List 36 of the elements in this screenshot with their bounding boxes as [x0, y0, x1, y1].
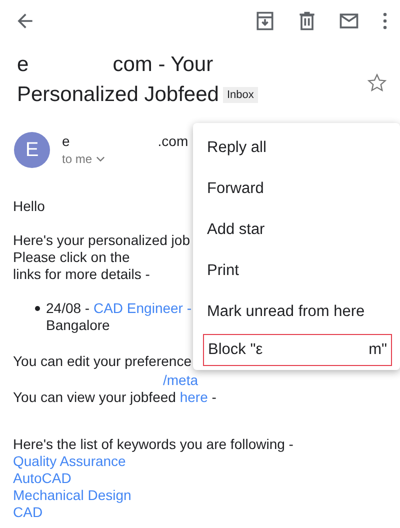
- keyword-link[interactable]: AutoCAD: [13, 470, 400, 487]
- keyword-link[interactable]: Mechanical Design: [13, 487, 400, 504]
- keyword-link[interactable]: Quality Assurance: [13, 453, 400, 470]
- body-text: links for more details -: [13, 266, 150, 282]
- body-text: You can view your jobfeed: [13, 389, 176, 405]
- subject-text: com - Your: [112, 53, 214, 76]
- subject-text: Personalized Jobfeed: [17, 83, 219, 106]
- body-text: You can edit your preference: [13, 353, 192, 369]
- jobfeed-link[interactable]: here: [180, 389, 208, 405]
- menu-item[interactable]: Add star: [193, 209, 400, 250]
- body-text: Please click on the: [13, 249, 130, 265]
- job-link[interactable]: CAD Engineer -: [93, 300, 192, 316]
- recipient-toggle[interactable]: to me: [62, 150, 188, 168]
- body-text: Here's the list of keywords you are following -: [13, 436, 294, 452]
- preferences-link[interactable]: /meta: [163, 372, 198, 388]
- sender-name: .com: [158, 133, 188, 149]
- avatar: E: [14, 132, 50, 168]
- menu-item[interactable]: Forward: [193, 168, 400, 209]
- subject-text: e: [17, 53, 29, 76]
- bullet-icon: [35, 306, 40, 311]
- chevron-icon: [96, 156, 106, 162]
- menu-item[interactable]: Block "ε m": [203, 334, 392, 366]
- star-icon[interactable]: [366, 72, 388, 94]
- more-icon[interactable]: [382, 12, 388, 30]
- sender-name: e: [62, 133, 70, 149]
- menu-item[interactable]: Reply all: [193, 127, 400, 168]
- body-text: -: [212, 389, 216, 405]
- menu-item[interactable]: Mark unread from here: [193, 291, 400, 332]
- inbox-label[interactable]: Inbox: [222, 87, 258, 103]
- job-location: Bangalore: [46, 317, 111, 334]
- menu-item[interactable]: Print: [193, 250, 400, 291]
- archive-icon[interactable]: [254, 10, 276, 32]
- greeting-text: Hello: [13, 198, 46, 215]
- body-text: Here's your personalized job: [13, 232, 190, 248]
- job-date: 24/08 -: [46, 300, 90, 316]
- keyword-link[interactable]: CAD: [13, 504, 400, 521]
